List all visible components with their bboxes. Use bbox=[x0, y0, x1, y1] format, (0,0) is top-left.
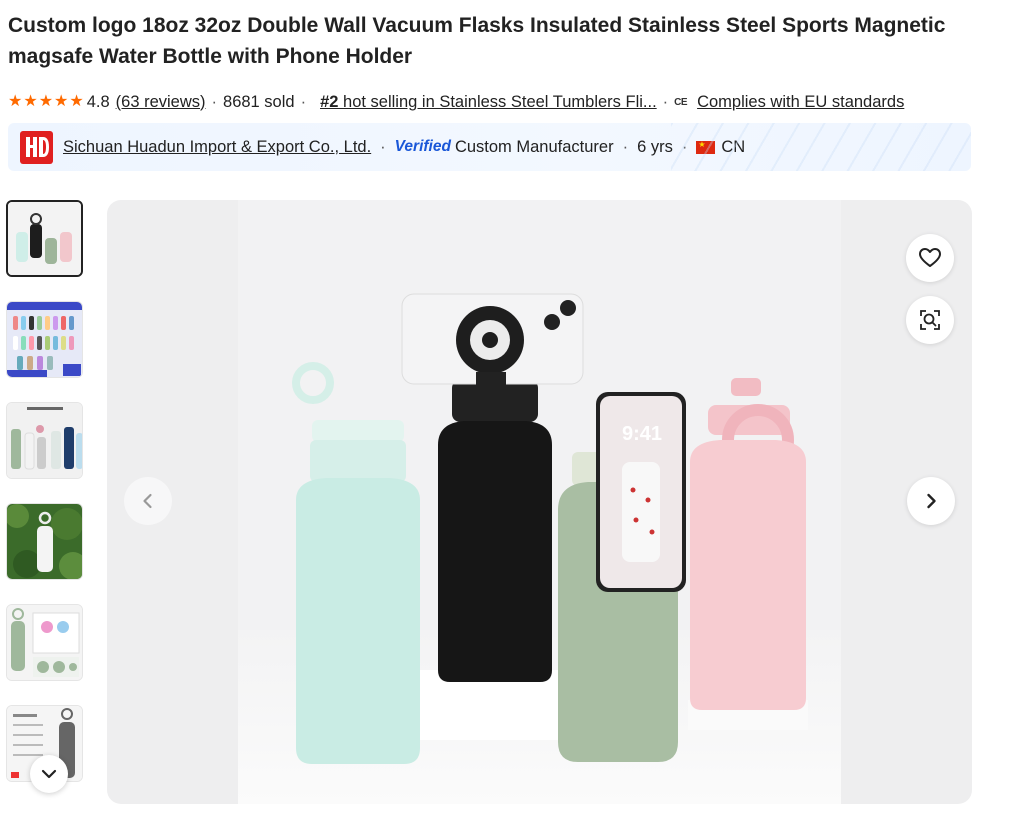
supplier-name-link[interactable]: Sichuan Huadun Import & Export Co., Ltd. bbox=[63, 138, 371, 157]
thumbnail-image bbox=[7, 302, 82, 377]
star-icon: ★ bbox=[54, 93, 69, 110]
thumbnail-3[interactable] bbox=[6, 402, 83, 479]
lockscreen-time: 9:41 bbox=[622, 423, 662, 445]
separator: · bbox=[681, 137, 688, 156]
product-photo: 9:41 bbox=[238, 200, 841, 804]
star-icon: ★ bbox=[23, 93, 38, 110]
supplier-bar: Sichuan Huadun Import & Export Co., Ltd.… bbox=[8, 123, 971, 171]
heart-icon bbox=[919, 248, 941, 267]
thumbnail-4[interactable] bbox=[6, 503, 83, 580]
chevron-down-icon bbox=[41, 769, 57, 779]
ce-mark-icon: CE bbox=[674, 96, 688, 108]
thumbnail-1[interactable] bbox=[6, 200, 83, 277]
china-flag-icon bbox=[696, 140, 716, 154]
thumbnail-image bbox=[8, 202, 81, 275]
image-search-icon bbox=[920, 310, 940, 330]
supplier-type: Custom Manufacturer bbox=[454, 137, 614, 156]
separator: · bbox=[662, 92, 669, 111]
product-meta-row: ★ ★ ★ ★ ★ 4.8 (63 reviews) · 8681 sold ·… bbox=[8, 90, 1008, 114]
chevron-right-icon bbox=[927, 493, 936, 509]
star-icon: ★ bbox=[38, 93, 54, 110]
supplier-logo bbox=[20, 130, 53, 164]
previous-image-button[interactable] bbox=[124, 477, 172, 525]
verified-badge: Verified bbox=[394, 138, 451, 155]
separator: · bbox=[300, 92, 307, 111]
sold-count: 8681 sold bbox=[223, 92, 295, 111]
chevron-left-icon bbox=[143, 493, 152, 509]
rating-value: 4.8 bbox=[86, 92, 110, 111]
rank-number: #2 bbox=[320, 92, 339, 111]
thumbnail-2[interactable] bbox=[6, 301, 83, 378]
rank-text: hot selling in Stainless Steel Tumblers … bbox=[338, 92, 657, 111]
star-icon: ★ bbox=[69, 93, 84, 110]
separator: · bbox=[211, 92, 218, 111]
reviews-link[interactable]: (63 reviews) bbox=[116, 93, 206, 112]
eu-compliance-link[interactable]: Complies with EU standards bbox=[697, 93, 904, 112]
main-product-image[interactable]: 9:41 bbox=[107, 200, 972, 804]
supplier-years: 6 yrs bbox=[637, 137, 673, 156]
thumbnail-image bbox=[7, 605, 82, 680]
favorite-button[interactable] bbox=[906, 234, 954, 282]
thumbnail-5[interactable] bbox=[6, 604, 83, 681]
supplier-country: CN bbox=[721, 137, 746, 156]
product-title: Custom logo 18oz 32oz Double Wall Vacuum… bbox=[8, 14, 946, 68]
star-icon: ★ bbox=[8, 93, 23, 110]
separator: · bbox=[622, 137, 629, 156]
separator: · bbox=[380, 137, 386, 156]
rating-stars: ★ ★ ★ ★ ★ bbox=[8, 94, 84, 110]
thumbnail-image bbox=[7, 504, 82, 579]
product-photo-illustration: 9:41 bbox=[238, 200, 841, 804]
hot-selling-rank-link[interactable]: #2 hot selling in Stainless Steel Tumble… bbox=[320, 93, 657, 112]
next-image-button[interactable] bbox=[907, 477, 955, 525]
thumbnail-scroll-down-button[interactable] bbox=[30, 755, 68, 793]
thumbnail-image bbox=[7, 403, 82, 478]
supplier-logo-mark bbox=[25, 137, 49, 157]
image-search-button[interactable] bbox=[906, 296, 954, 344]
